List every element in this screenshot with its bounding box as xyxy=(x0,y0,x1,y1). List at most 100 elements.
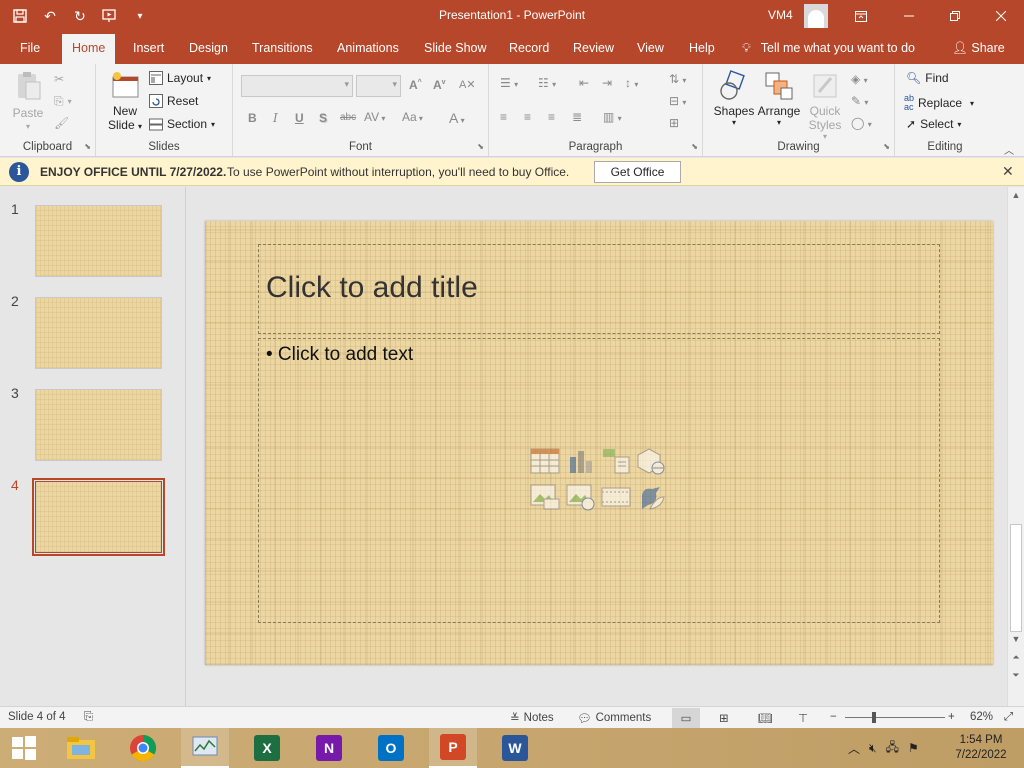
clipboard-launcher-icon[interactable]: ⬊ xyxy=(84,142,91,151)
close-icon[interactable] xyxy=(978,0,1024,32)
drawing-launcher-icon[interactable]: ⬊ xyxy=(883,142,890,151)
accessibility-icon[interactable]: ⎘ xyxy=(84,711,93,724)
onenote-icon[interactable]: N xyxy=(305,728,353,768)
cut-icon[interactable]: ✂ xyxy=(54,72,64,86)
select-button[interactable]: ➚ Select ▾ xyxy=(906,117,961,131)
insert-picture-icon[interactable] xyxy=(530,483,560,511)
font-size-combo[interactable] xyxy=(356,75,401,97)
decrease-font-size-icon[interactable]: Av xyxy=(433,78,446,92)
previous-slide-icon[interactable]: ⏶ xyxy=(1008,649,1024,665)
font-name-combo[interactable] xyxy=(241,75,353,97)
comments-button[interactable]: 💬︎ Comments xyxy=(577,711,651,725)
paragraph-launcher-icon[interactable]: ⬊ xyxy=(691,142,698,151)
clear-formatting-icon[interactable]: A✕ xyxy=(459,78,476,91)
justify-icon[interactable]: ≣ xyxy=(572,110,582,124)
slide-sorter-icon[interactable]: ⊞ xyxy=(719,711,729,725)
find-button[interactable]: 🔍︎ Find xyxy=(906,71,949,85)
bullets-icon[interactable]: ☰ ▾ xyxy=(500,76,518,90)
columns-icon[interactable]: ▥ ▾ xyxy=(603,110,622,124)
zoom-level[interactable]: 62% xyxy=(970,711,993,723)
notes-button[interactable]: ≚ Notes xyxy=(510,711,554,725)
layout-button[interactable]: Layout ▾ xyxy=(149,71,211,85)
text-direction-icon[interactable]: ⇅ ▾ xyxy=(669,72,686,86)
tab-help[interactable]: Help xyxy=(689,41,715,55)
tell-me-search[interactable]: 💡︎ Tell me what you want to do xyxy=(742,41,915,56)
scroll-up-icon[interactable]: ▲ xyxy=(1008,187,1024,203)
insert-video-icon[interactable] xyxy=(601,483,631,511)
copy-icon[interactable]: ⎘ ▾ xyxy=(54,94,72,109)
slide-count[interactable]: Slide 4 of 4 xyxy=(8,711,66,723)
line-spacing-icon[interactable]: ↕ ▾ xyxy=(625,76,638,90)
strikethrough-button[interactable]: abc xyxy=(340,112,356,123)
task-manager-icon[interactable] xyxy=(181,728,229,768)
reset-button[interactable]: Reset xyxy=(149,94,198,108)
next-slide-icon[interactable]: ⏷ xyxy=(1008,667,1024,683)
align-center-icon[interactable]: ≡ xyxy=(524,110,531,124)
zoom-slider-thumb[interactable] xyxy=(872,712,876,723)
paste-dropdown-icon[interactable]: ▾ xyxy=(26,122,30,131)
word-icon[interactable]: W xyxy=(491,728,539,768)
zoom-slider[interactable] xyxy=(845,712,945,723)
share-button[interactable]: 👤︎ Share xyxy=(952,41,1005,56)
slide-show-icon[interactable]: ⊤ xyxy=(798,711,808,725)
title-placeholder[interactable]: Click to add title xyxy=(258,244,940,334)
insert-table-icon[interactable] xyxy=(530,447,560,475)
tab-review[interactable]: Review xyxy=(573,41,614,55)
insert-smartart-icon[interactable] xyxy=(601,447,631,475)
slide-thumbnail-4[interactable] xyxy=(32,478,165,556)
minimize-icon[interactable] xyxy=(886,0,932,32)
scrollbar-thumb[interactable] xyxy=(1010,524,1022,632)
slide-thumbnail-1[interactable] xyxy=(35,205,162,277)
restore-icon[interactable] xyxy=(932,0,978,32)
increase-font-size-icon[interactable]: A^ xyxy=(409,78,422,92)
tab-animations[interactable]: Animations xyxy=(337,41,399,55)
shape-outline-icon[interactable]: ✎ ▾ xyxy=(851,94,868,108)
decrease-indent-icon[interactable]: ⇤ xyxy=(579,76,589,90)
network-icon[interactable]: 🖧 xyxy=(886,738,899,759)
zoom-out-icon[interactable]: − xyxy=(830,711,837,723)
increase-indent-icon[interactable]: ⇥ xyxy=(602,76,612,90)
fit-slide-icon[interactable]: ⤢ xyxy=(1004,711,1013,724)
user-name[interactable]: VM4 xyxy=(768,8,793,22)
align-text-icon[interactable]: ⊟ ▾ xyxy=(669,94,686,108)
change-case-button[interactable]: Aa ▾ xyxy=(402,110,423,124)
start-button[interactable] xyxy=(0,728,48,768)
new-slide-button[interactable]: New Slide ▾ xyxy=(106,70,144,132)
smartart-icon[interactable]: ⊞ xyxy=(669,116,679,130)
outlook-icon[interactable]: O xyxy=(367,728,415,768)
avatar[interactable] xyxy=(804,4,828,28)
insert-3d-model-icon[interactable] xyxy=(636,447,666,475)
replace-button[interactable]: ab ac Replace ▾ xyxy=(904,94,974,112)
powerpoint-icon[interactable]: P xyxy=(429,728,477,768)
clock[interactable]: 1:54 PM 7/22/2022 xyxy=(946,733,1016,763)
collapse-ribbon-icon[interactable]: ︿ xyxy=(1004,142,1014,157)
numbering-icon[interactable]: ☷ ▾ xyxy=(538,76,556,90)
tab-home[interactable]: Home xyxy=(62,34,116,64)
normal-view-icon[interactable]: ▭ xyxy=(672,708,700,728)
italic-button[interactable]: I xyxy=(273,111,278,125)
format-painter-icon[interactable]: 🖌︎ xyxy=(54,116,69,130)
content-placeholder[interactable]: • Click to add text xyxy=(258,338,940,623)
font-launcher-icon[interactable]: ⬊ xyxy=(477,142,484,151)
slide[interactable]: Click to add title • Click to add text xyxy=(205,221,993,665)
ribbon-display-options-icon[interactable] xyxy=(838,0,884,32)
paste-button[interactable]: Paste ▾ xyxy=(12,70,44,131)
vertical-scrollbar[interactable]: ▲ ▼ ⏶ ⏷ xyxy=(1007,187,1024,706)
tab-insert[interactable]: Insert xyxy=(133,41,164,55)
quick-styles-button[interactable]: Quick Styles ▾ xyxy=(807,70,843,141)
zoom-in-icon[interactable]: + xyxy=(948,711,955,723)
font-color-button[interactable]: A ▾ xyxy=(449,110,465,126)
show-hidden-icons-icon[interactable]: ︿ xyxy=(848,740,860,757)
excel-icon[interactable]: X xyxy=(243,728,291,768)
shapes-button[interactable]: Shapes ▾ xyxy=(713,70,755,127)
file-explorer-icon[interactable] xyxy=(57,728,105,768)
reading-view-icon[interactable]: 📖︎ xyxy=(758,711,773,725)
insert-icon-icon[interactable] xyxy=(636,483,666,511)
character-spacing-button[interactable]: AV ▾ xyxy=(364,110,385,124)
shape-effects-icon[interactable]: ◯ ▾ xyxy=(851,116,872,130)
slide-thumbnail-2[interactable] xyxy=(35,297,162,369)
chrome-icon[interactable] xyxy=(119,728,167,768)
underline-button[interactable]: U xyxy=(295,111,304,125)
tab-record[interactable]: Record xyxy=(509,41,549,55)
shadow-button[interactable]: S xyxy=(319,111,327,125)
